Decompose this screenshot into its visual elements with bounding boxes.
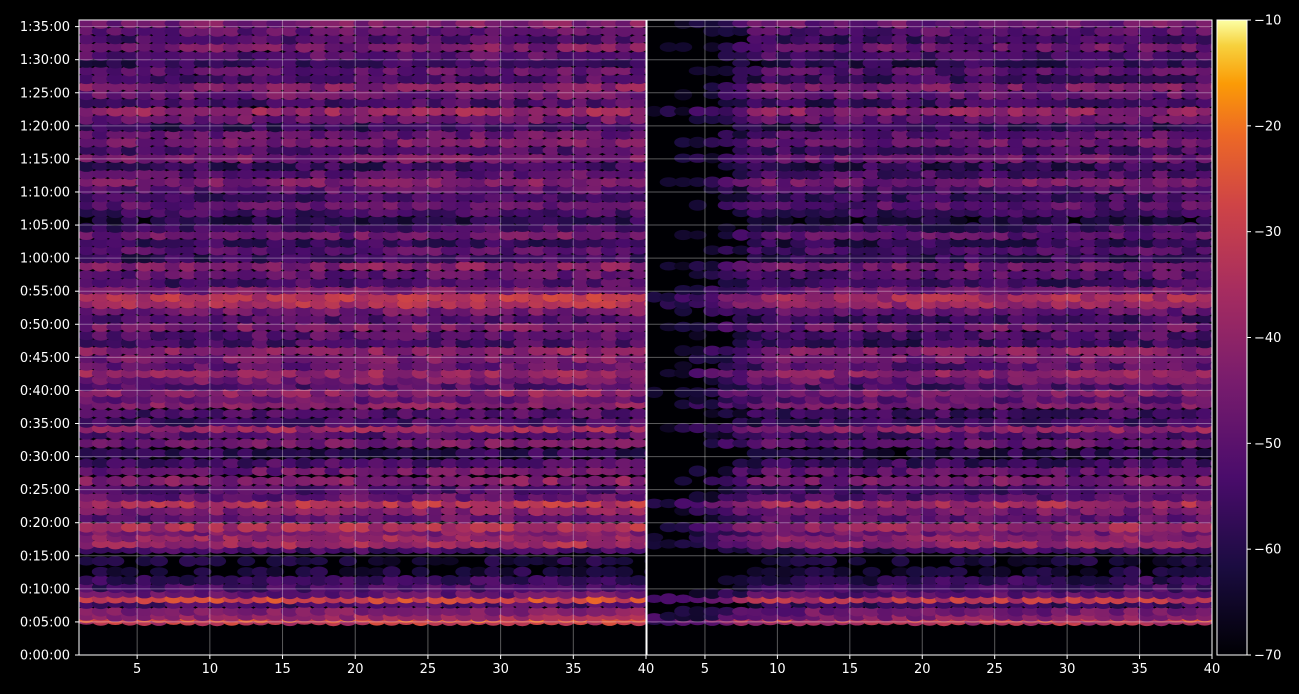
panel-right [647,20,1212,655]
heat-cell [513,566,532,577]
heat-cell [382,556,401,566]
heat-cell [688,465,707,477]
heat-cell [150,567,168,577]
heat-cell [848,556,867,566]
heat-cell [150,555,168,567]
heat-cell [1079,556,1098,567]
heat-cell [674,476,693,486]
heat-cell [862,566,881,577]
panel-left [79,20,646,655]
heat-cell [819,555,838,567]
heat-cell [440,556,459,566]
heat-cell [1123,566,1142,578]
heat-cell [615,556,634,566]
heat-cell [891,555,910,567]
heat-cell [992,566,1011,578]
heat-cell [1050,566,1069,577]
heat-cell [382,566,401,578]
heat-cell [688,330,707,341]
heat-cell [208,555,227,567]
heat-cell [1123,556,1142,567]
heat-cell [120,566,139,577]
heat-cell [674,361,693,371]
heat-cell [309,566,328,577]
heat-cell [833,566,852,577]
heat-cell [1079,567,1098,577]
heat-cell [266,566,285,577]
heat-cell [339,556,357,567]
heat-cell [309,556,328,566]
heat-cell [615,566,634,578]
heatmap-chart: 0:00:000:05:000:10:000:15:000:20:000:25:… [20,14,1282,678]
heat-cell [411,566,430,577]
heat-cell [647,386,664,398]
heat-cell [978,555,997,567]
heat-cell [949,567,968,577]
heat-cell [647,532,664,542]
heat-cell [106,556,125,567]
heat-cell [237,556,256,566]
heat-cell [193,567,212,577]
